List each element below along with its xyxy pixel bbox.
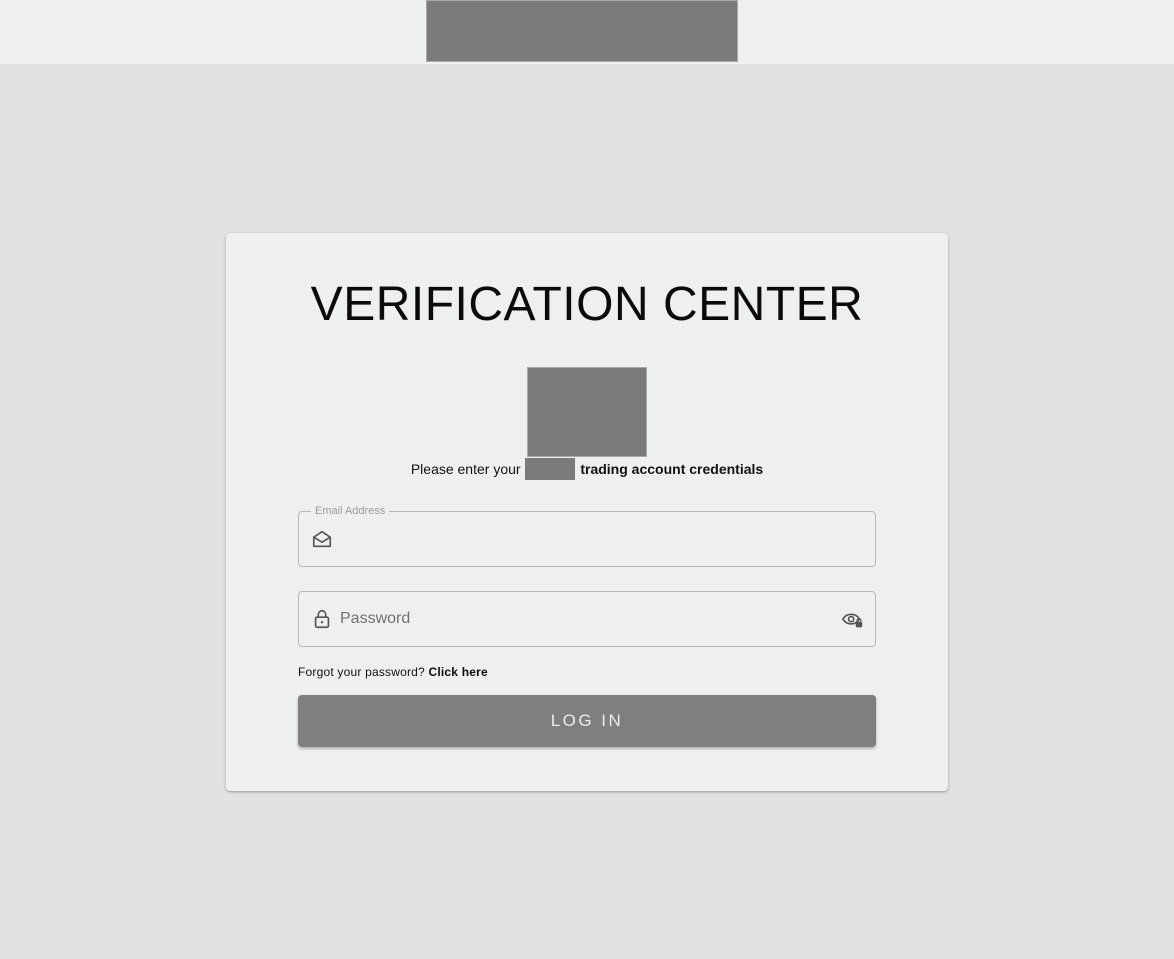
- eye-lock-icon[interactable]: [841, 609, 865, 631]
- forgot-password-text: Forgot your password?: [298, 665, 425, 679]
- header-logo-redacted: [426, 0, 738, 62]
- brand-image-redacted: [527, 367, 647, 457]
- email-field[interactable]: Email Address: [298, 504, 876, 567]
- login-card: VERIFICATION CENTER Please enter your tr…: [226, 233, 948, 791]
- top-bar: [0, 0, 1174, 64]
- instructions-prefix: Please enter your: [410, 461, 521, 477]
- forgot-password-row: Forgot your password? Click here: [298, 664, 488, 680]
- instructions-text: Please enter your trading account creden…: [226, 458, 948, 481]
- envelope-open-icon: [311, 528, 333, 550]
- password-field[interactable]: [298, 591, 876, 647]
- forgot-password-link[interactable]: Click here: [428, 665, 487, 679]
- instructions-suffix: trading account credentials: [580, 461, 764, 477]
- email-input[interactable]: [340, 512, 831, 566]
- inline-redacted-brand: [525, 458, 576, 481]
- lock-icon: [311, 608, 333, 630]
- page-title: VERIFICATION CENTER: [310, 278, 864, 331]
- password-input[interactable]: [340, 592, 831, 646]
- login-button[interactable]: LOG IN: [298, 695, 876, 747]
